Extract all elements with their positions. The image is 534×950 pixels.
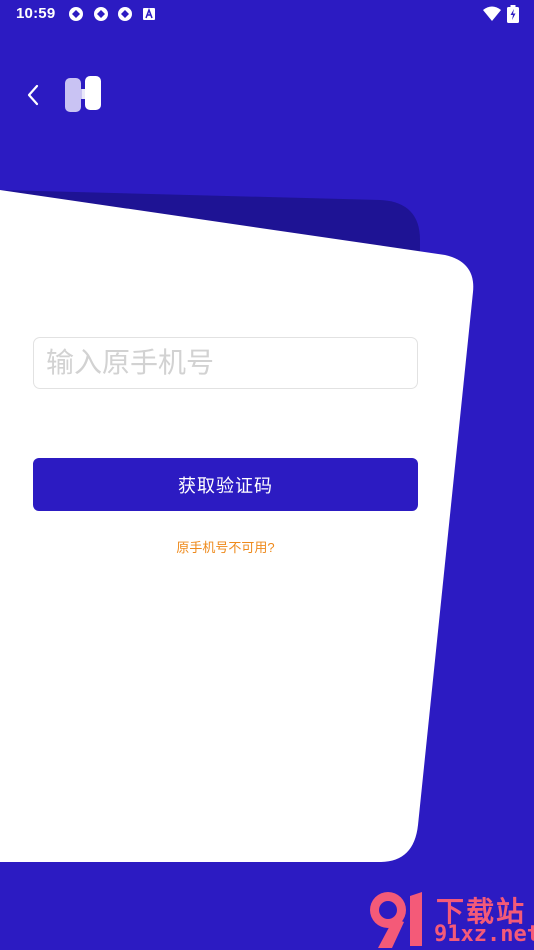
back-button[interactable] [18,80,48,110]
phone-unavailable-link[interactable]: 原手机号不可用? [33,537,418,556]
phone-input[interactable] [33,337,418,389]
front-card [0,190,474,862]
status-bar: 10:59 [0,0,534,28]
watermark: 下载站 91xz.net [364,888,534,950]
battery-charging-icon [507,5,519,23]
app-notification-icon [118,7,132,21]
app-logo [65,76,101,112]
watermark-domain: 91xz.net [434,922,534,947]
status-time: 10:59 [16,5,56,22]
app-notification-icon [94,7,108,21]
get-code-button[interactable]: 获取验证码 [33,458,418,511]
wifi-icon [483,6,501,21]
app-notification-icon [69,7,83,21]
text-a-icon [143,8,155,20]
watermark-logo [370,892,422,948]
chevron-left-icon [27,84,39,106]
